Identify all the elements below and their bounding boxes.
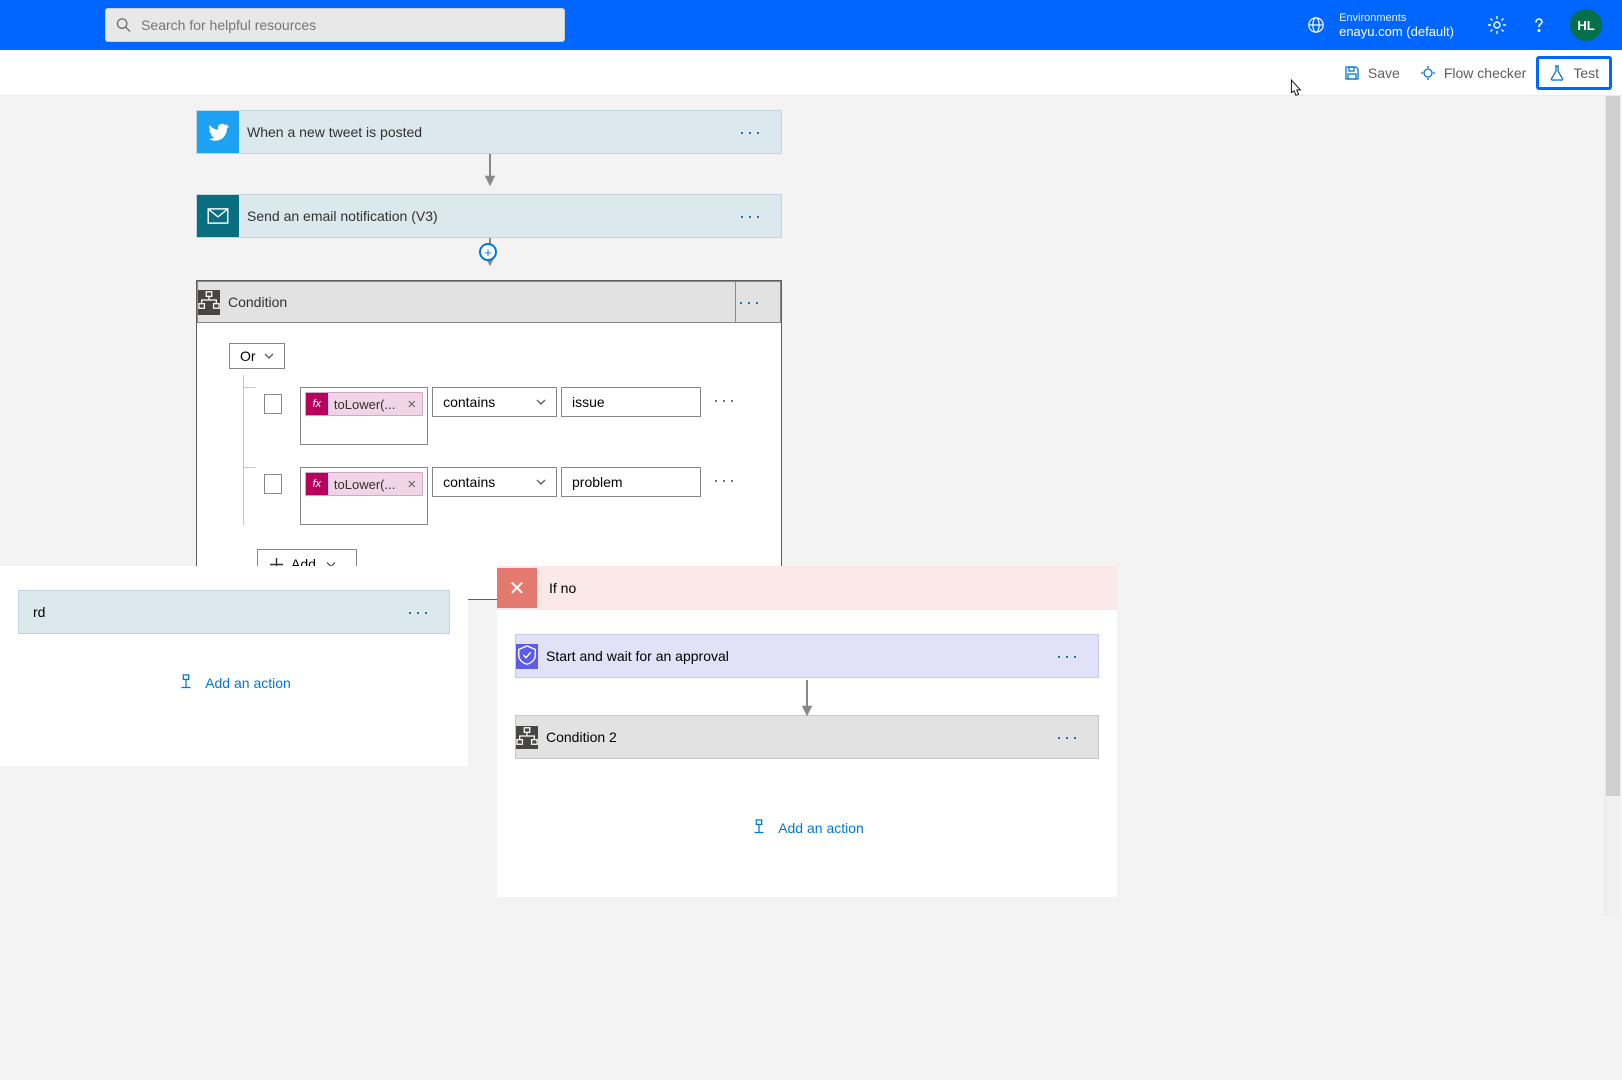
mail-icon [197, 195, 239, 237]
environment-label: Environments [1339, 12, 1454, 24]
chevron-down-icon [536, 397, 546, 407]
row-checkbox[interactable] [264, 474, 282, 494]
action-icon [750, 819, 768, 837]
expression-pill[interactable]: fx toLower(... × [305, 392, 423, 416]
flow-canvas[interactable]: When a new tweet is posted ··· ▼ Send an… [0, 96, 1622, 1080]
value-input[interactable] [561, 387, 701, 417]
row-checkbox[interactable] [264, 394, 282, 414]
if-no-label: If no [549, 580, 576, 596]
email-card[interactable]: Send an email notification (V3) ··· [196, 194, 782, 238]
remove-expression[interactable]: × [401, 476, 422, 493]
operator-select[interactable]: contains [432, 467, 557, 497]
trigger-title: When a new tweet is posted [239, 124, 721, 140]
add-action-button[interactable]: Add an action [515, 819, 1099, 837]
search-icon [116, 17, 131, 33]
approval-icon [516, 644, 538, 669]
email-menu[interactable]: ··· [721, 206, 781, 227]
chevron-down-icon [536, 477, 546, 487]
environment-picker[interactable]: Environments enayu.com (default) [1307, 12, 1454, 39]
connector-arrow: ▼ [515, 680, 1099, 713]
checker-icon [1420, 65, 1436, 81]
if-yes-branch: rd ··· Add an action [0, 566, 468, 766]
scrollbar-thumb[interactable] [1606, 96, 1620, 796]
condition-title: Condition [220, 294, 720, 310]
card-menu[interactable]: ··· [1038, 646, 1098, 667]
search-input[interactable] [141, 17, 554, 33]
approval-card[interactable]: Start and wait for an approval ··· [515, 634, 1099, 678]
vertical-scrollbar[interactable] [1605, 96, 1620, 916]
top-bar: Environments enayu.com (default) HL [0, 0, 1622, 50]
add-step-button[interactable]: + [479, 243, 497, 261]
chevron-down-icon [264, 351, 274, 361]
action-bar: Save Flow checker Test [0, 50, 1622, 96]
fx-icon: fx [306, 393, 328, 415]
settings-icon[interactable] [1487, 15, 1507, 35]
condition-icon [198, 290, 220, 315]
condition-row: fx toLower(... × contains ··· [244, 387, 749, 445]
user-avatar[interactable]: HL [1570, 9, 1602, 41]
add-action-button[interactable]: Add an action [18, 674, 450, 692]
logical-operator-select[interactable]: Or [229, 343, 285, 369]
test-button[interactable]: Test [1536, 56, 1612, 90]
environment-icon [1307, 16, 1325, 34]
action-icon [177, 674, 195, 692]
test-icon [1549, 65, 1565, 81]
condition-menu[interactable]: ··· [720, 292, 780, 313]
expression-pill[interactable]: fx toLower(... × [305, 472, 423, 496]
row-menu[interactable]: ··· [701, 467, 749, 494]
card-menu[interactable]: ··· [389, 602, 449, 623]
trigger-card[interactable]: When a new tweet is posted ··· [196, 110, 782, 154]
condition2-card[interactable]: Condition 2 ··· [515, 715, 1099, 759]
fx-icon: fx [306, 473, 328, 495]
save-button[interactable]: Save [1334, 59, 1410, 87]
email-title: Send an email notification (V3) [239, 208, 721, 224]
yes-action-card[interactable]: rd ··· [18, 590, 450, 634]
trigger-menu[interactable]: ··· [721, 122, 781, 143]
condition-icon [516, 726, 538, 749]
expression-box[interactable]: fx toLower(... × [300, 387, 428, 445]
global-search[interactable] [105, 8, 565, 42]
if-no-branch: ✕ If no Start and wait for an approval ·… [497, 566, 1117, 897]
environment-name: enayu.com (default) [1339, 24, 1454, 39]
twitter-icon [197, 111, 239, 153]
card-menu[interactable]: ··· [1038, 727, 1098, 748]
row-menu[interactable]: ··· [701, 387, 749, 414]
flow-checker-button[interactable]: Flow checker [1410, 59, 1536, 87]
value-input[interactable] [561, 467, 701, 497]
connector-arrow: ▼ [486, 154, 494, 183]
expression-box[interactable]: fx toLower(... × [300, 467, 428, 525]
help-icon[interactable] [1529, 15, 1549, 35]
condition-card[interactable]: Condition ··· Or fx toLower(... [196, 280, 782, 600]
operator-select[interactable]: contains [432, 387, 557, 417]
condition-row: fx toLower(... × contains ··· [244, 467, 749, 525]
x-icon: ✕ [497, 568, 537, 608]
save-icon [1344, 65, 1360, 81]
remove-expression[interactable]: × [401, 396, 422, 413]
